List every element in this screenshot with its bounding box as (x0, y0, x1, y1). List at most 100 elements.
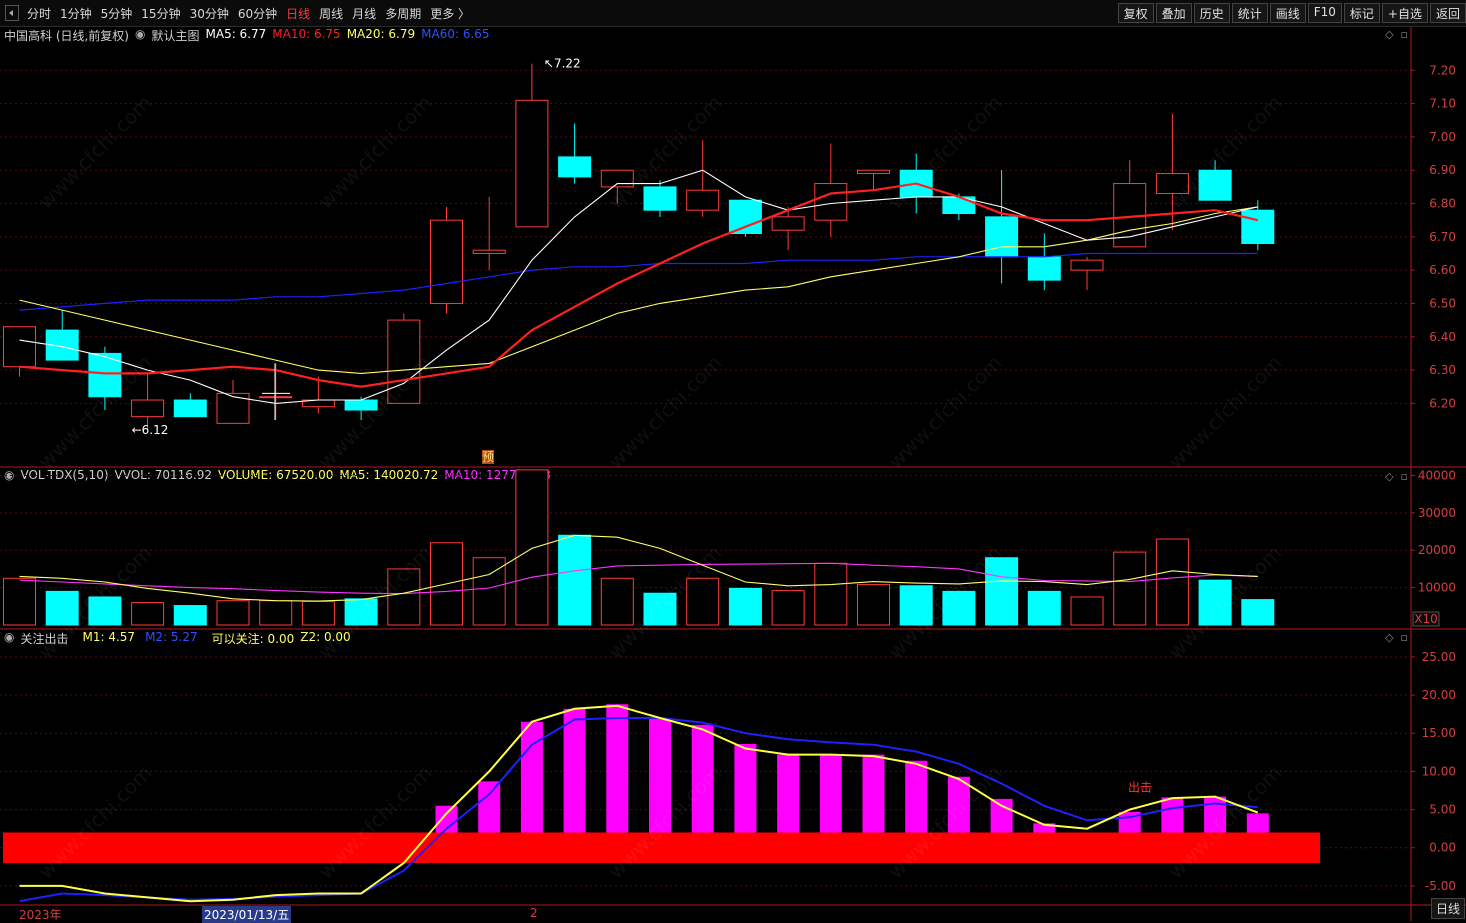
candle-body (1241, 209, 1275, 244)
high-price-label: ↖7.22 (544, 57, 581, 71)
candle-body (387, 319, 421, 404)
candle-body (131, 399, 165, 418)
volume-tick-label: 40000 (1418, 468, 1456, 482)
indicator-tick-label: 0.00 (1429, 841, 1456, 855)
candle-body (3, 326, 36, 368)
toolbar-button-1[interactable]: 叠加 (1155, 3, 1192, 23)
period-tab-8[interactable]: 月线 (352, 5, 376, 22)
period-tab-0[interactable]: 分时 (27, 5, 51, 22)
toolbar-button-8[interactable]: 返回 (1429, 3, 1466, 23)
period-tab-10[interactable]: 更多 〉 (430, 5, 470, 22)
candle-body (173, 399, 207, 418)
volume-bar (301, 600, 335, 626)
price-tick-label: 6.80 (1429, 197, 1456, 211)
signal-bar (947, 776, 970, 833)
period-toolbar: 分时 1分钟 5分钟 15分钟 30分钟 60分钟 日线 周线 月线 多周期 更多 〉 复权 叠加 历史… (0, 0, 1466, 27)
signal-bar (777, 754, 800, 833)
ma20-line (19, 206, 1258, 374)
volume-bar (387, 568, 421, 626)
candle-body (515, 99, 549, 228)
candle-body (814, 183, 848, 221)
volume-bar (1198, 579, 1232, 626)
volume-tick-label: 10000 (1418, 581, 1456, 595)
volume-unit-label: X10 (1414, 612, 1438, 626)
price-tick-label: 6.70 (1429, 230, 1456, 244)
candle-body (728, 199, 762, 235)
toolbar-button-3[interactable]: 统计 (1231, 3, 1268, 23)
price-tick-label: 6.30 (1429, 363, 1456, 377)
volume-tick-label: 30000 (1418, 506, 1456, 520)
signal-bar (691, 724, 714, 833)
volume-bar (899, 585, 933, 626)
period-tab-2[interactable]: 5分钟 (101, 5, 133, 22)
volume-bar (728, 587, 762, 626)
volume-bar (1070, 596, 1104, 626)
signal-bar (1161, 797, 1184, 833)
candle-body (259, 396, 293, 399)
volume-bar (1155, 538, 1189, 626)
candle-body (1155, 173, 1189, 195)
volume-bar (558, 534, 592, 626)
toolbar-button-4[interactable]: 画线 (1269, 3, 1306, 23)
indicator-tick-label: 15.00 (1422, 726, 1456, 740)
volume-bar (259, 600, 293, 626)
period-tab-4[interactable]: 30分钟 (190, 5, 229, 22)
volume-bar (1241, 599, 1275, 626)
low-price-label: ←6.12 (132, 423, 169, 437)
candle-body (985, 216, 1019, 258)
volume-bar (643, 592, 677, 626)
candle-body (771, 216, 805, 231)
signal-bar (905, 760, 928, 833)
period-tab-5[interactable]: 60分钟 (238, 5, 277, 22)
volume-bar (3, 577, 36, 626)
signal-bar (990, 798, 1013, 833)
volume-bar (600, 577, 634, 626)
price-tick-label: 6.50 (1429, 296, 1456, 310)
stock-chart[interactable]: 6.20 6.30 6.40 6.50 6.60 6.70 6.80 6.90 7.00 7.10… (0, 27, 1466, 921)
toolbar-button-7[interactable]: +自选 (1381, 3, 1428, 23)
action-buttons: 复权 叠加 历史 统计 画线 F10 标记 +自选 返回 (1116, 3, 1466, 23)
toolbar-button-2[interactable]: 历史 (1193, 3, 1230, 23)
period-tab-9[interactable]: 多周期 (385, 5, 421, 22)
volume-bar (216, 600, 250, 626)
indicator-tick-label: 25.00 (1422, 650, 1456, 664)
cursor-date-label: 2023/01/13/五 (202, 906, 292, 923)
period-tab-7[interactable]: 周线 (319, 5, 343, 22)
month-label: 2 (530, 906, 538, 920)
price-tick-label: 6.60 (1429, 263, 1456, 277)
candle-body (558, 156, 592, 178)
signal-bar (1204, 796, 1227, 833)
volume-bar (857, 584, 890, 626)
price-tick-label: 7.00 (1429, 130, 1456, 144)
period-tab-3[interactable]: 15分钟 (141, 5, 180, 22)
candle-body (1027, 256, 1061, 281)
period-tab-1[interactable]: 1分钟 (60, 5, 92, 22)
volume-bar (1113, 551, 1147, 626)
volume-bar (814, 562, 848, 626)
period-tabs: 分时 1分钟 5分钟 15分钟 30分钟 60分钟 日线 周线 月线 多周期 更多 〉 (0, 0, 479, 26)
signal-bar (649, 717, 671, 833)
volume-bar (686, 577, 720, 626)
volume-bar (515, 469, 549, 626)
period-switch-button[interactable]: 日线 (1430, 898, 1465, 919)
price-tick-label: 7.10 (1429, 97, 1456, 111)
volume-bar (344, 598, 378, 626)
volume-bar (131, 602, 165, 626)
signal-bar (520, 721, 543, 833)
candle-body (643, 186, 677, 211)
indicator-tick-label: 10.00 (1422, 764, 1456, 778)
period-tab-6[interactable]: 日线 (286, 5, 310, 22)
toolbar-button-0[interactable]: 复权 (1117, 3, 1154, 23)
indicator-tick-label: 5.00 (1429, 803, 1456, 817)
price-tick-label: 6.20 (1429, 396, 1456, 410)
toolbar-button-6[interactable]: 标记 (1343, 3, 1380, 23)
signal-bar (606, 704, 629, 833)
volume-bar (1027, 590, 1061, 626)
candle-body (344, 399, 378, 411)
year-label: 2023年 (19, 908, 62, 922)
toolbar-button-5[interactable]: F10 (1307, 3, 1342, 23)
volume-bar (771, 590, 805, 626)
collapse-icon[interactable] (5, 5, 19, 21)
candle-body (1070, 259, 1104, 271)
indicator-tick-label: -5.00 (1425, 879, 1456, 893)
